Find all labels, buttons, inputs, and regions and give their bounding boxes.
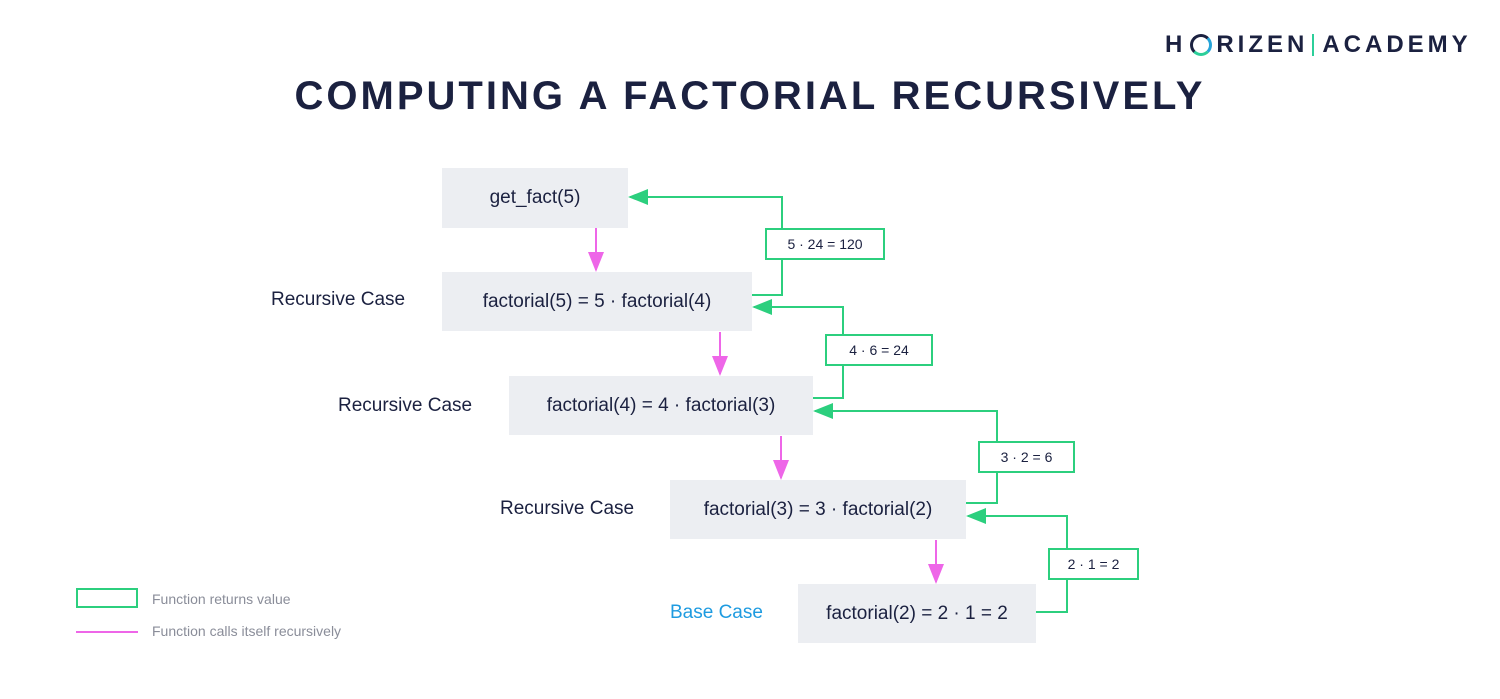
case-label-2: Recursive Case: [338, 395, 473, 416]
node-factorial-2: factorial(2) = 2 · 1 = 2: [798, 584, 1036, 643]
legend-return-swatch: [76, 588, 138, 608]
case-label-3: Recursive Case: [500, 498, 635, 519]
node-text: factorial(5) = 5 · factorial(4): [482, 290, 712, 312]
node-text: factorial(4) = 4 · factorial(3): [546, 394, 776, 416]
node-text: factorial(3) = 3 · factorial(2): [703, 498, 933, 520]
return-text: 4 · 6 = 24: [849, 342, 909, 358]
return-value-1: 5 · 24 = 120: [765, 228, 885, 260]
return-text: 5 · 24 = 120: [787, 236, 863, 252]
case-label-base: Base Case: [670, 602, 763, 623]
return-text: 2 · 1 = 2: [1067, 556, 1120, 572]
node-get-fact: get_fact(5): [442, 168, 628, 228]
return-value-2: 4 · 6 = 24: [825, 334, 933, 366]
node-text: factorial(2) = 2 · 1 = 2: [826, 602, 1008, 624]
legend-call-label: Function calls itself recursively: [152, 623, 342, 639]
return-text: 3 · 2 = 6: [1000, 449, 1053, 465]
node-factorial-4: factorial(4) = 4 · factorial(3): [509, 376, 813, 435]
node-factorial-5: factorial(5) = 5 · factorial(4): [442, 272, 752, 331]
case-label-1: Recursive Case: [271, 289, 406, 310]
return-value-3: 3 · 2 = 6: [978, 441, 1075, 473]
return-value-4: 2 · 1 = 2: [1048, 548, 1139, 580]
legend-return-label: Function returns value: [152, 591, 291, 607]
legend-call-line: [76, 631, 138, 633]
node-factorial-3: factorial(3) = 3 · factorial(2): [670, 480, 966, 539]
node-text: get_fact(5): [489, 187, 581, 208]
